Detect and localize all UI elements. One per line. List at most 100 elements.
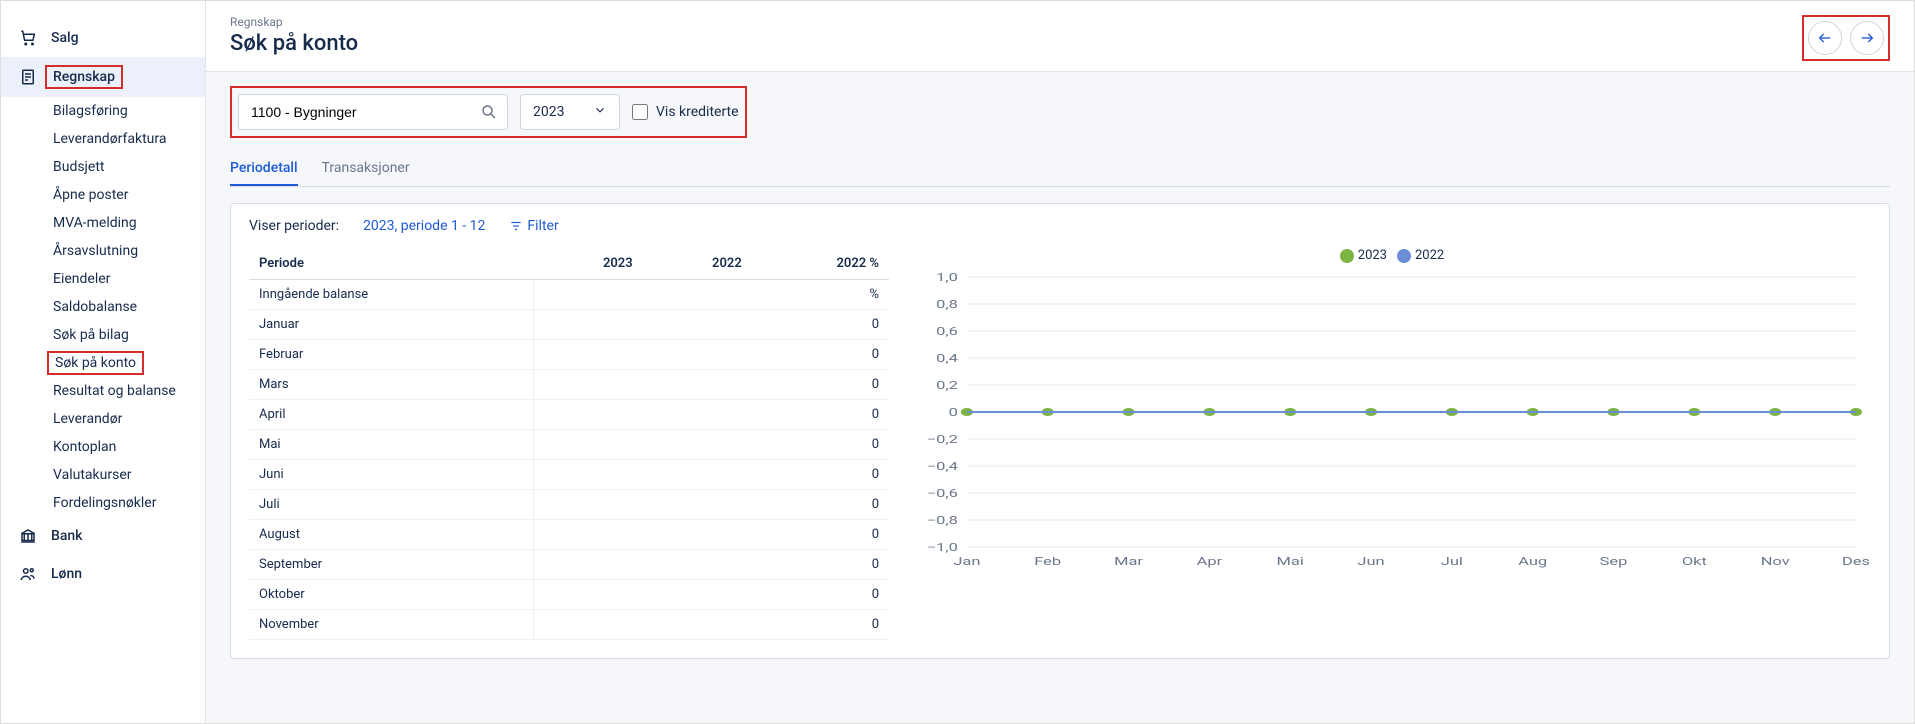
- svg-text:Jan: Jan: [953, 556, 980, 569]
- table-row[interactable]: April0: [249, 400, 889, 430]
- svg-text:−0,8: −0,8: [927, 515, 958, 528]
- sidebar-subitem-label: Åpne poster: [53, 187, 128, 203]
- table-row[interactable]: Juli0: [249, 490, 889, 520]
- people-icon: [19, 565, 37, 583]
- sidebar-subitem[interactable]: Søk på bilag: [53, 321, 205, 349]
- table-header: 2023: [534, 248, 643, 280]
- sidebar-subitem-label: Eiendeler: [53, 271, 110, 287]
- svg-text:0,8: 0,8: [936, 299, 958, 312]
- table-cell: September: [249, 550, 534, 580]
- sidebar-subitem[interactable]: Leverandør: [53, 405, 205, 433]
- svg-text:Des: Des: [1842, 556, 1870, 569]
- legend-label: 2022: [1415, 248, 1444, 263]
- search-icon[interactable]: [480, 103, 498, 125]
- table-cell: [534, 520, 643, 550]
- cart-icon: [19, 29, 37, 47]
- sidebar-subitem-label: Valutakurser: [53, 467, 131, 483]
- svg-text:−1,0: −1,0: [927, 542, 958, 555]
- account-search-input[interactable]: [238, 94, 508, 130]
- table-row[interactable]: Mars0: [249, 370, 889, 400]
- svg-text:0: 0: [949, 407, 958, 420]
- prev-button[interactable]: [1808, 21, 1842, 55]
- vis-krediterte-row[interactable]: Vis krediterte: [632, 104, 739, 120]
- sidebar-subitem[interactable]: Søk på konto: [53, 349, 205, 377]
- sidebar-subitem-label: Søk på bilag: [53, 327, 129, 343]
- table-cell: Mai: [249, 430, 534, 460]
- sidebar-subitem[interactable]: Fordelingsnøkler: [53, 489, 205, 517]
- svg-text:−0,6: −0,6: [927, 488, 958, 501]
- sidebar-item-lonn[interactable]: Lønn: [1, 555, 205, 593]
- legend-label: 2023: [1358, 248, 1387, 263]
- sidebar-subitem-label: Leverandør: [53, 411, 122, 427]
- table-row[interactable]: Oktober0: [249, 580, 889, 610]
- table-cell: April: [249, 400, 534, 430]
- table-cell: 0: [752, 520, 889, 550]
- table-cell: [643, 430, 752, 460]
- sidebar-subitem[interactable]: Resultat og balanse: [53, 377, 205, 405]
- svg-text:0,4: 0,4: [936, 353, 958, 366]
- period-link[interactable]: 2023, periode 1 - 12: [363, 218, 485, 234]
- table-cell: [534, 340, 643, 370]
- sidebar-subitems-regnskap: Bilagsføring Leverandørfaktura Budsjett Åpn…: [1, 97, 205, 517]
- sidebar-item-bank[interactable]: Bank: [1, 517, 205, 555]
- sidebar-subitem[interactable]: Kontoplan: [53, 433, 205, 461]
- tabs: Periodetall Transaksjoner: [230, 152, 1890, 187]
- bank-icon: [19, 527, 37, 545]
- sidebar-subitem[interactable]: Saldobalanse: [53, 293, 205, 321]
- table-row[interactable]: Juni 0: [249, 460, 889, 490]
- sidebar-subitem[interactable]: Budsjett: [53, 153, 205, 181]
- table-cell: 0: [752, 370, 889, 400]
- table-header: 2022 %: [752, 248, 889, 280]
- sidebar-subitem[interactable]: Leverandørfaktura: [53, 125, 205, 153]
- sidebar-subitem[interactable]: MVA-melding: [53, 209, 205, 237]
- table-row[interactable]: Februar0: [249, 340, 889, 370]
- sidebar-subitem[interactable]: Bilagsføring: [53, 97, 205, 125]
- svg-text:1,0: 1,0: [936, 272, 958, 285]
- sidebar-item-label: Regnskap: [53, 69, 115, 85]
- breadcrumb: Regnskap: [230, 15, 358, 29]
- svg-text:Sep: Sep: [1600, 556, 1628, 569]
- chart-legend: 2023 2022: [913, 248, 1871, 263]
- sidebar-item-label: Salg: [51, 30, 79, 46]
- table-cell: [643, 550, 752, 580]
- sidebar-subitem[interactable]: Åpne poster: [53, 181, 205, 209]
- table-row[interactable]: November0: [249, 610, 889, 640]
- year-select[interactable]: 2023: [520, 94, 620, 130]
- sidebar-subitem[interactable]: Valutakurser: [53, 461, 205, 489]
- sidebar-subitem-label: Resultat og balanse: [53, 383, 176, 399]
- svg-text:Jun: Jun: [1357, 556, 1384, 569]
- sidebar-subitem-label: Fordelingsnøkler: [53, 495, 156, 511]
- filter-label: Filter: [527, 218, 558, 234]
- legend-item: 2023: [1340, 248, 1387, 263]
- table-cell: 0: [752, 460, 889, 490]
- filter-button[interactable]: Filter: [509, 218, 558, 234]
- table-cell: Januar: [249, 310, 534, 340]
- table-cell: [534, 430, 643, 460]
- sidebar-item-regnskap[interactable]: Regnskap: [1, 57, 205, 97]
- table-row[interactable]: September0: [249, 550, 889, 580]
- tab[interactable]: Transaksjoner: [322, 152, 410, 186]
- next-button[interactable]: [1850, 21, 1884, 55]
- sidebar-subitem[interactable]: Årsavslutning: [53, 237, 205, 265]
- sidebar-item-label: Lønn: [51, 566, 82, 582]
- svg-text:Aug: Aug: [1518, 556, 1547, 569]
- sidebar-item-salg[interactable]: Salg: [1, 19, 205, 57]
- table-row[interactable]: Inngående balanse%: [249, 280, 889, 310]
- legend-item: 2022: [1397, 248, 1444, 263]
- table-row[interactable]: Januar0: [249, 310, 889, 340]
- table-cell: [534, 610, 643, 640]
- table-cell: 0: [752, 580, 889, 610]
- table-cell: [643, 580, 752, 610]
- sidebar-subitem-label: Leverandørfaktura: [53, 131, 166, 147]
- sidebar-item-label: Bank: [51, 528, 82, 544]
- table-cell: Juni: [249, 460, 534, 490]
- table-row[interactable]: August0: [249, 520, 889, 550]
- vis-krediterte-checkbox[interactable]: [632, 104, 648, 120]
- legend-dot: [1397, 249, 1411, 263]
- sidebar-subitem[interactable]: Eiendeler: [53, 265, 205, 293]
- table-cell: Februar: [249, 340, 534, 370]
- table-cell: [643, 490, 752, 520]
- svg-text:Feb: Feb: [1034, 556, 1061, 569]
- table-row[interactable]: Mai0: [249, 430, 889, 460]
- tab[interactable]: Periodetall: [230, 152, 298, 186]
